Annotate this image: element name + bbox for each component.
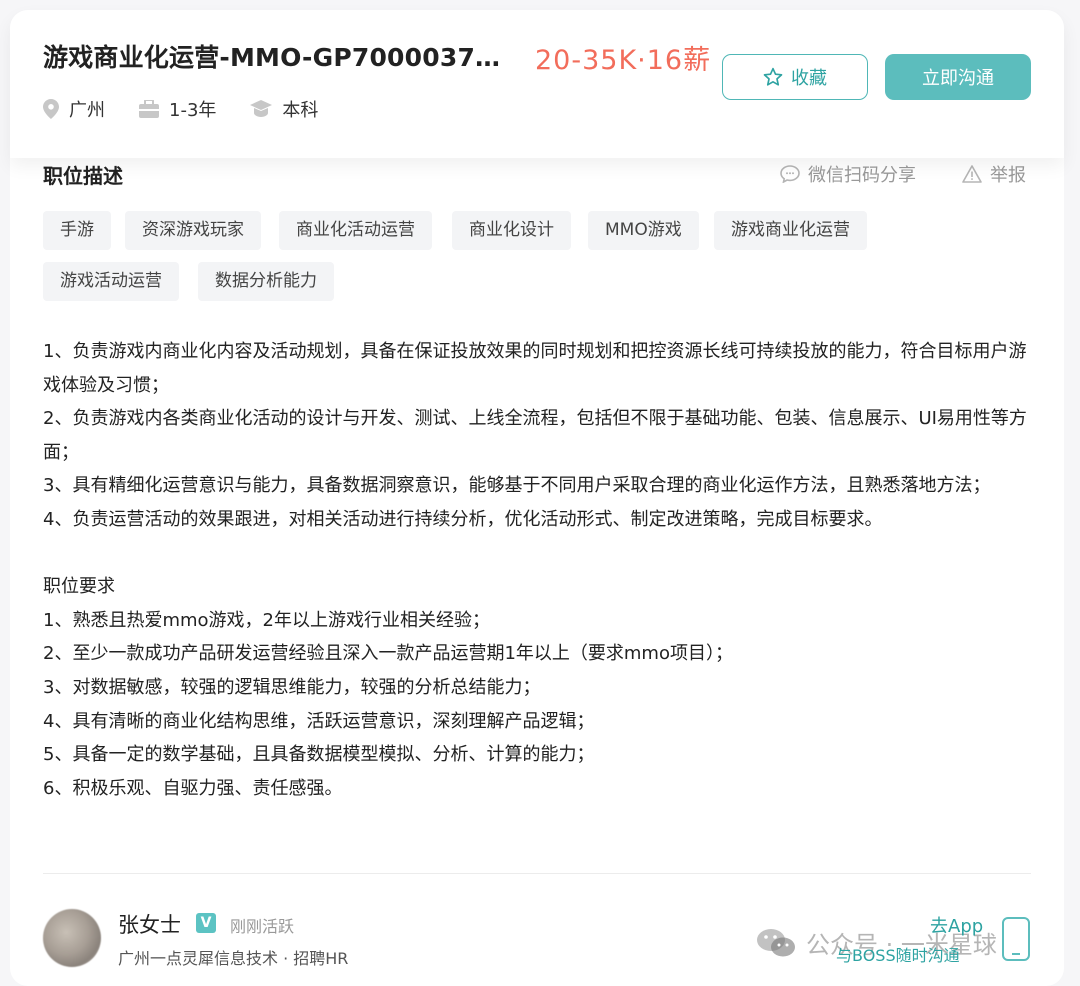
star-icon [763, 67, 783, 86]
phone-icon[interactable] [1002, 917, 1030, 961]
requirement-line: 5、具备一定的数学基础，且具备数据模型模拟、分析、计算的能力； [43, 744, 595, 766]
requirement-line: 2、至少一款成功产品研发运营经验且深入一款产品运营期1年以上（要求mmo项目）； [43, 643, 733, 665]
recruiter-avatar[interactable] [43, 909, 101, 967]
duty-line: 4、负责运营活动的效果跟进，对相关活动进行持续分析，优化活动形式、制定改进策略，… [43, 508, 883, 530]
active-status: 刚刚活跃 [230, 917, 295, 936]
requirement-line: 4、具有清晰的商业化结构思维，活跃运营意识，深刻理解产品逻辑； [43, 710, 595, 732]
warning-icon [962, 165, 982, 183]
education-item: 本科 [250, 96, 318, 122]
section-title: 职位描述 [43, 164, 123, 188]
job-title: 游戏商业化运营-MMO-GP7000037… [43, 43, 501, 72]
wechat-share-link[interactable]: 微信扫码分享 [780, 161, 916, 187]
favorite-button[interactable]: 收藏 [722, 54, 868, 100]
experience-item: 1-3年 [139, 96, 216, 122]
briefcase-icon [139, 100, 159, 118]
job-meta: 广州 1-3年 本科 [43, 96, 352, 122]
salary: 20-35K·16薪 [535, 45, 712, 76]
tag[interactable]: MMO游戏 [588, 211, 699, 250]
job-header: 游戏商业化运营-MMO-GP7000037… 20-35K·16薪 广州 1-3… [10, 10, 1064, 158]
duty-line: 1、负责游戏内商业化内容及活动规划，具备在保证投放效果的同时规划和把控资源长线可… [43, 341, 1027, 396]
experience-text: 1-3年 [169, 100, 217, 121]
education-text: 本科 [282, 100, 319, 121]
requirement-line: 6、积极乐观、自驱力强、责任感强。 [43, 777, 343, 799]
go-app-link[interactable]: 去App [930, 912, 983, 938]
requirement-line: 1、熟悉且热爱mmo游戏，2年以上游戏行业相关经验； [43, 609, 490, 631]
wechat-icon [757, 928, 795, 956]
tag[interactable]: 数据分析能力 [198, 262, 334, 301]
report-link[interactable]: 举报 [962, 161, 1026, 187]
tag[interactable]: 游戏商业化运营 [714, 211, 867, 250]
duty-line: 3、具有精细化运营意识与能力，具备数据洞察意识，能够基于不同用户采取合理的商业化… [43, 475, 991, 497]
recruiter-name: 张女士 [118, 913, 181, 937]
location-pin-icon [43, 99, 59, 119]
verified-badge: V [196, 913, 216, 933]
tag[interactable]: 游戏活动运营 [43, 262, 179, 301]
tag[interactable]: 商业化活动运营 [279, 211, 432, 250]
report-label: 举报 [990, 165, 1026, 186]
boss-chat-text[interactable]: 与BOSS随时沟通 [836, 942, 960, 966]
chat-now-label: 立即沟通 [922, 68, 994, 89]
tag[interactable]: 手游 [43, 211, 111, 250]
graduation-cap-icon [250, 100, 273, 117]
divider [43, 873, 1031, 874]
location-item: 广州 [43, 96, 105, 122]
chat-bubble-icon [780, 165, 800, 183]
tag[interactable]: 商业化设计 [452, 211, 571, 250]
requirements-heading: 职位要求 [43, 576, 115, 598]
share-label: 微信扫码分享 [808, 165, 916, 186]
location-text: 广州 [69, 100, 105, 121]
requirement-line: 3、对数据敏感，较强的逻辑思维能力，较强的分析总结能力； [43, 676, 541, 698]
recruiter-company: 广州一点灵犀信息技术 · 招聘HR [118, 949, 349, 968]
chat-now-button[interactable]: 立即沟通 [885, 54, 1031, 100]
duty-line: 2、负责游戏内各类商业化活动的设计与开发、测试、上线全流程，包括但不限于基础功能… [43, 408, 1027, 463]
job-description: 1、负责游戏内商业化内容及活动规划，具备在保证投放效果的同时规划和把控资源长线可… [43, 335, 1028, 805]
favorite-label: 收藏 [791, 68, 827, 89]
tag[interactable]: 资深游戏玩家 [125, 211, 261, 250]
